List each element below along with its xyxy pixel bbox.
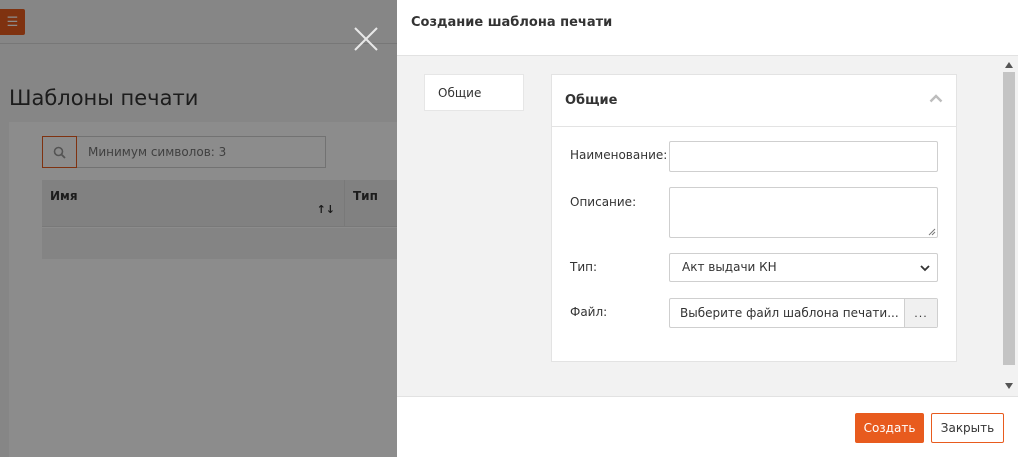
scroll-up-icon[interactable] (1005, 62, 1013, 68)
modal-overlay[interactable] (0, 0, 397, 457)
type-select-value: Акт выдачи КН (682, 260, 777, 274)
create-button[interactable]: Создать (855, 413, 924, 443)
chevron-down-icon (920, 265, 930, 272)
type-label: Тип: (570, 260, 598, 274)
create-template-dialog: Создание шаблона печати Общие Общие Наим… (397, 0, 1018, 457)
scroll-down-icon[interactable] (1005, 383, 1013, 389)
vertical-scrollbar[interactable] (1001, 56, 1018, 396)
description-textarea[interactable] (669, 187, 938, 238)
general-section: Общие Наименование: Описание: Тип: Акт в… (551, 74, 957, 362)
name-input[interactable] (669, 141, 938, 172)
file-label: Файл: (570, 305, 608, 319)
scroll-thumb[interactable] (1003, 72, 1015, 365)
tab-general[interactable]: Общие (424, 74, 524, 111)
browse-button[interactable]: ... (904, 299, 937, 327)
resize-grip-icon[interactable] (928, 228, 936, 236)
section-title: Общие (565, 93, 618, 108)
file-placeholder: Выберите файл шаблона печати... (680, 306, 899, 320)
chevron-up-icon[interactable] (929, 93, 943, 103)
section-header[interactable]: Общие (552, 75, 956, 127)
dialog-header: Создание шаблона печати (397, 0, 1018, 56)
dialog-footer: Создать Закрыть (397, 396, 1018, 457)
file-picker[interactable]: Выберите файл шаблона печати... ... (669, 298, 938, 328)
dialog-body: Общие Общие Наименование: Описание: Тип:… (397, 56, 1018, 396)
close-button[interactable]: Закрыть (931, 413, 1004, 443)
name-label: Наименование: (570, 148, 668, 162)
close-icon[interactable] (353, 26, 379, 52)
type-select[interactable]: Акт выдачи КН (669, 253, 938, 282)
dialog-title: Создание шаблона печати (411, 15, 613, 30)
description-label: Описание: (570, 195, 637, 209)
